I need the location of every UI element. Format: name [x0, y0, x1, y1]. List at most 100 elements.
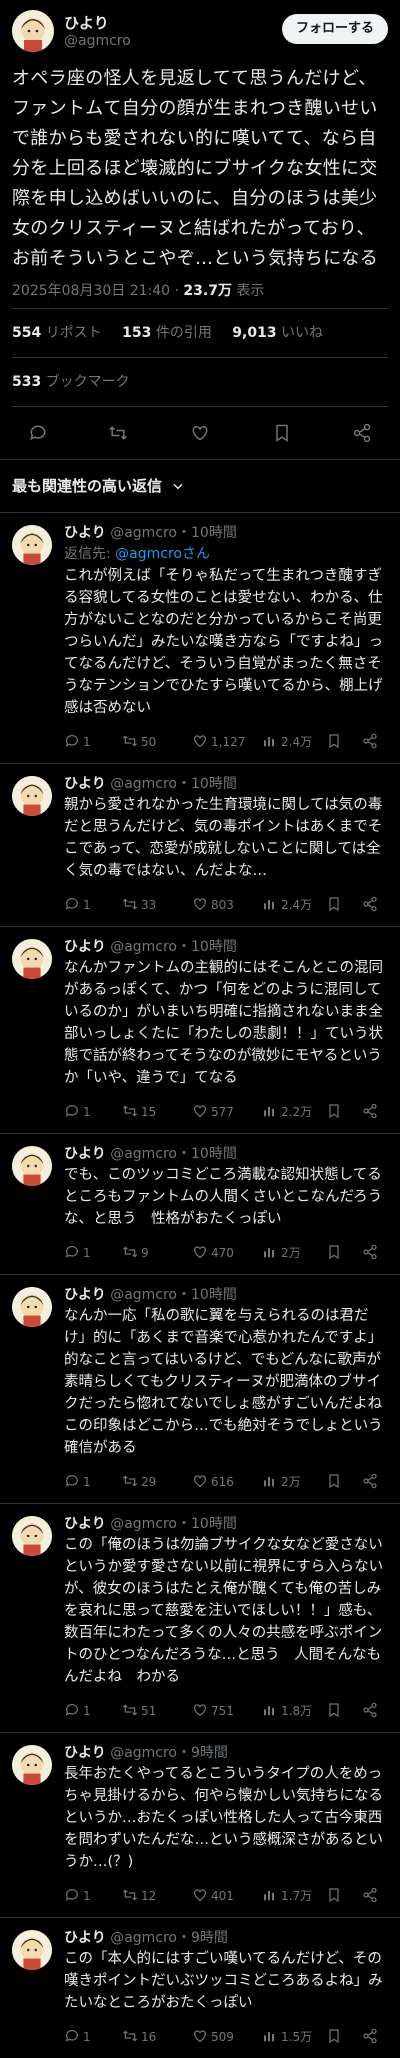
reply-author-name[interactable]: ひより	[64, 1287, 106, 1303]
like-button[interactable]: 616	[192, 1473, 234, 1491]
like-button[interactable]: 751	[192, 1702, 234, 1720]
repost-button[interactable]: 33	[122, 896, 156, 914]
reply-button[interactable]: 1	[64, 1244, 91, 1262]
reply-item[interactable]: ひより @agmcro・9時間 この「本人的にはすごい嘆いてるんだけど、その嘆き…	[0, 1917, 400, 2058]
view-count: 1.7万	[281, 1889, 313, 1903]
share-icon[interactable]	[352, 423, 372, 443]
reply-button[interactable]: 1	[64, 1473, 91, 1491]
bookmark-button[interactable]	[326, 896, 345, 914]
reply-actions: 1 51 751 1.8万	[64, 1692, 388, 1732]
reply-text: この「本人的にはすごい嘆いてるんだけど、その嘆きポイントだいぶツッコミどころある…	[64, 1951, 383, 2011]
like-button[interactable]: 803	[192, 896, 234, 914]
share-button[interactable]	[362, 1702, 381, 1720]
reply-author-name[interactable]: ひより	[64, 1930, 106, 1946]
reply-to-link[interactable]: @agmcroさん	[115, 546, 210, 562]
repost-button[interactable]: 15	[122, 1103, 156, 1121]
reply-button[interactable]: 1	[64, 733, 91, 751]
avatar[interactable]	[12, 1930, 52, 1970]
follow-button[interactable]: フォローする	[281, 14, 388, 44]
like-icon	[194, 735, 206, 748]
repost-button[interactable]: 12	[122, 1887, 156, 1905]
bookmark-button[interactable]	[326, 733, 345, 751]
reply-icon[interactable]	[28, 423, 48, 443]
avatar[interactable]	[12, 1146, 52, 1186]
bookmark-icon	[329, 1703, 339, 1718]
view-label: 表示	[236, 283, 265, 299]
like-icon[interactable]	[190, 423, 210, 443]
repost-count: 12	[141, 1889, 157, 1903]
views-button[interactable]: 1.7万	[262, 1887, 312, 1905]
reply-author-name[interactable]: ひより	[64, 776, 106, 792]
reply-item[interactable]: ひより @agmcro・10時間 なんか一応「私の歌に翼を与えられるのは君だけ」…	[0, 1274, 400, 1503]
repost-button[interactable]: 51	[122, 1702, 156, 1720]
bookmark-button[interactable]	[326, 1702, 345, 1720]
avatar[interactable]	[12, 939, 52, 979]
views-button[interactable]: 2万	[262, 1244, 301, 1262]
reply-author-name[interactable]: ひより	[64, 1516, 106, 1532]
share-button[interactable]	[362, 1103, 381, 1121]
reply-button[interactable]: 1	[64, 1702, 91, 1720]
avatar[interactable]	[12, 1745, 52, 1785]
share-button[interactable]	[362, 1887, 381, 1905]
reply-button[interactable]: 1	[64, 2028, 91, 2046]
like-button[interactable]: 470	[192, 1244, 234, 1262]
like-button[interactable]: 509	[192, 2028, 234, 2046]
repost-button[interactable]: 16	[122, 2028, 156, 2046]
reply-meta: @agmcro・10時間	[110, 1287, 237, 1303]
share-button[interactable]	[362, 2028, 381, 2046]
reply-item[interactable]: ひより @agmcro・9時間 長年おたくやってるとこういうタイプの人をめっちゃ…	[0, 1732, 400, 1917]
likes-stat[interactable]: 9,013 いいね	[232, 325, 323, 341]
tweet-text: オペラ座の怪人を見返してて思うんだけど、ファントムて自分の顔が生まれつき醜いせい…	[12, 68, 378, 269]
reply-author-name[interactable]: ひより	[64, 525, 106, 541]
reply-item[interactable]: ひより @agmcro・10時間 なんかファントムの主観的にはそこんとこの混同が…	[0, 926, 400, 1133]
reply-button[interactable]: 1	[64, 1887, 91, 1905]
views-button[interactable]: 1.5万	[262, 2028, 312, 2046]
bookmark-button[interactable]	[326, 1244, 345, 1262]
reply-author-name[interactable]: ひより	[64, 1146, 106, 1162]
reply-item[interactable]: ひより @agmcro・10時間 でも、このツッコミどころ満載な認知状態してると…	[0, 1133, 400, 1274]
avatar[interactable]	[12, 776, 52, 816]
repost-icon[interactable]	[108, 423, 128, 443]
bookmark-icon[interactable]	[272, 423, 292, 443]
share-button[interactable]	[362, 1244, 381, 1262]
reply-author-name[interactable]: ひより	[64, 1745, 106, 1761]
avatar[interactable]	[12, 1287, 52, 1327]
bookmark-button[interactable]	[326, 1887, 345, 1905]
reply-item[interactable]: ひより @agmcro・10時間 返信先: @agmcroさん これが例えば「そ…	[0, 512, 400, 763]
like-button[interactable]: 1,127	[192, 733, 245, 751]
reply-item[interactable]: ひより @agmcro・10時間 親から愛されなかった生育環境に関しては気の毒だ…	[0, 763, 400, 926]
like-button[interactable]: 401	[192, 1887, 234, 1905]
views-button[interactable]: 2万	[262, 1473, 301, 1491]
likes-count: 9,013	[232, 325, 277, 341]
reply-button[interactable]: 1	[64, 896, 91, 914]
tweet-timestamp[interactable]: 2025年08月30日 21:40	[12, 283, 170, 299]
share-icon	[363, 1887, 377, 1903]
views-button[interactable]: 1.8万	[262, 1702, 312, 1720]
bookmark-button[interactable]	[326, 2028, 345, 2046]
share-button[interactable]	[362, 896, 381, 914]
avatar[interactable]	[12, 525, 52, 565]
reply-sort-dropdown[interactable]: 最も関連性の高い返信	[0, 459, 400, 512]
bookmark-button[interactable]	[326, 1473, 345, 1491]
repost-button[interactable]: 50	[122, 733, 156, 751]
bookmark-button[interactable]	[326, 1103, 345, 1121]
reposts-stat[interactable]: 554 リポスト	[12, 325, 102, 341]
quotes-stat[interactable]: 153 件の引用	[122, 325, 212, 341]
repost-button[interactable]: 29	[122, 1473, 156, 1491]
author-name[interactable]: ひより	[64, 12, 109, 33]
reply-button[interactable]: 1	[64, 1103, 91, 1121]
share-button[interactable]	[362, 1473, 381, 1491]
share-button[interactable]	[362, 733, 381, 751]
author-handle[interactable]: @agmcro	[64, 33, 131, 49]
reply-item[interactable]: ひより @agmcro・10時間 この「俺のほうは勿論ブサイクな女など愛さないと…	[0, 1503, 400, 1732]
reply-author-name[interactable]: ひより	[64, 939, 106, 955]
bookmarks-stat[interactable]: 533 ブックマーク	[12, 374, 130, 390]
views-button[interactable]: 2.4万	[262, 896, 312, 914]
repost-button[interactable]: 9	[122, 1244, 149, 1262]
views-button[interactable]: 2.2万	[262, 1103, 312, 1121]
views-button[interactable]: 2.4万	[262, 733, 312, 751]
avatar[interactable]	[12, 1516, 52, 1556]
repost-icon	[122, 1475, 138, 1487]
avatar[interactable]	[12, 10, 54, 52]
like-button[interactable]: 577	[192, 1103, 234, 1121]
